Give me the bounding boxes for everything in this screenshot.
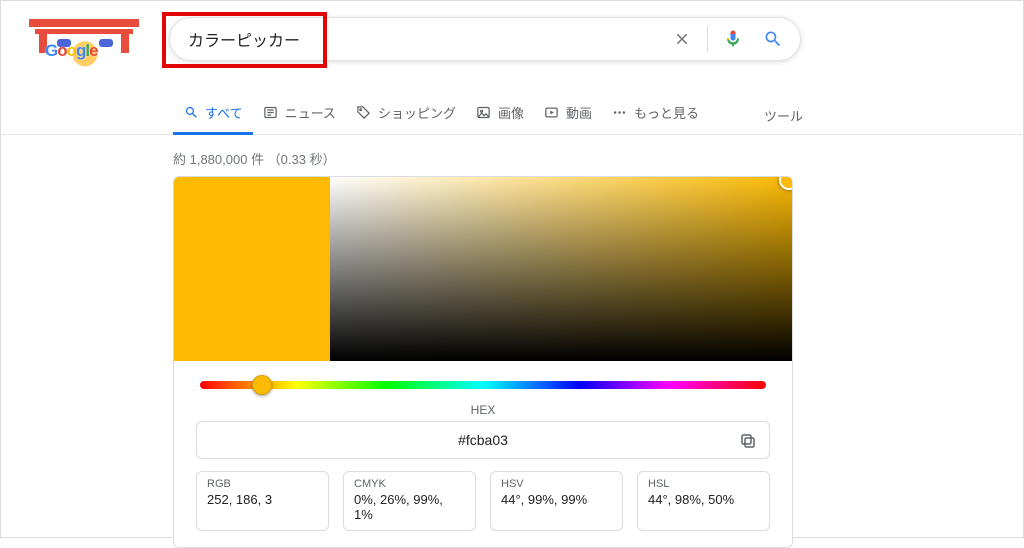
cmyk-cell[interactable]: CMYK 0%, 26%, 99%, 1%: [343, 471, 476, 531]
search-icon: [763, 29, 783, 49]
search-button[interactable]: [756, 22, 790, 56]
search-actions: [665, 22, 790, 56]
logo-area[interactable]: Google: [29, 17, 169, 77]
color-values: HEX #fcba03 RGB 252, 186, 3 CMYK 0%, 26%…: [174, 403, 792, 547]
saturation-value-area[interactable]: [330, 177, 792, 361]
image-icon: [476, 105, 492, 121]
result-stats: 約 1,880,000 件 （0.33 秒）: [173, 149, 1023, 168]
tab-label: ニュース: [285, 103, 336, 122]
header: Google: [1, 1, 1023, 77]
hsl-cell[interactable]: HSL 44°, 98%, 50%: [637, 471, 770, 531]
divider: [707, 26, 708, 52]
hex-value-box[interactable]: #fcba03: [196, 421, 770, 459]
copy-icon: [739, 432, 757, 450]
tab-all[interactable]: すべて: [173, 95, 253, 135]
tools-label: ツール: [764, 109, 803, 124]
search-area: [169, 17, 801, 61]
hsl-label: HSL: [648, 478, 759, 490]
selected-color-swatch: [174, 177, 330, 361]
mic-icon: [723, 29, 743, 49]
news-icon: [263, 105, 279, 121]
tab-images[interactable]: 画像: [466, 95, 534, 135]
hsv-value: 44°, 99%, 99%: [501, 492, 612, 507]
hsv-cell[interactable]: HSV 44°, 99%, 99%: [490, 471, 623, 531]
rgb-value: 252, 186, 3: [207, 492, 318, 507]
search-tabs: すべて ニュース ショッピング 画像 動画 もっと見る ツール: [173, 95, 813, 135]
tab-more[interactable]: もっと見る: [602, 95, 709, 135]
more-icon: [612, 105, 628, 121]
tab-label: 画像: [498, 103, 524, 122]
hue-thumb[interactable]: [252, 375, 272, 395]
search-icon: [183, 105, 199, 121]
rgb-label: RGB: [207, 478, 318, 490]
copy-hex-button[interactable]: [735, 428, 761, 454]
sv-thumb[interactable]: [779, 176, 793, 190]
hue-slider[interactable]: [200, 381, 766, 389]
tab-videos[interactable]: 動画: [534, 95, 602, 135]
tag-icon: [356, 105, 372, 121]
tab-label: もっと見る: [634, 103, 699, 122]
hsv-label: HSV: [501, 478, 612, 490]
google-doodle-logo[interactable]: Google: [29, 19, 139, 77]
hue-slider-row: [174, 361, 792, 403]
hex-label: HEX: [196, 403, 770, 417]
cmyk-value: 0%, 26%, 99%, 1%: [354, 492, 465, 522]
tab-label: ショッピング: [378, 103, 456, 122]
close-icon: [673, 30, 691, 48]
voice-search-button[interactable]: [716, 22, 750, 56]
search-box[interactable]: [169, 17, 801, 61]
hsl-value: 44°, 98%, 50%: [648, 492, 759, 507]
tab-news[interactable]: ニュース: [253, 95, 346, 135]
tab-label: すべて: [205, 103, 243, 122]
video-icon: [544, 105, 560, 121]
rgb-cell[interactable]: RGB 252, 186, 3: [196, 471, 329, 531]
clear-button[interactable]: [665, 22, 699, 56]
tab-shopping[interactable]: ショッピング: [346, 95, 466, 135]
tools-button[interactable]: ツール: [754, 98, 813, 133]
tab-label: 動画: [566, 103, 592, 122]
picker-canvas-row: [174, 177, 792, 361]
hex-value: #fcba03: [458, 432, 508, 448]
color-picker-card: HEX #fcba03 RGB 252, 186, 3 CMYK 0%, 26%…: [173, 176, 793, 548]
search-input[interactable]: [188, 30, 665, 48]
cmyk-label: CMYK: [354, 478, 465, 490]
